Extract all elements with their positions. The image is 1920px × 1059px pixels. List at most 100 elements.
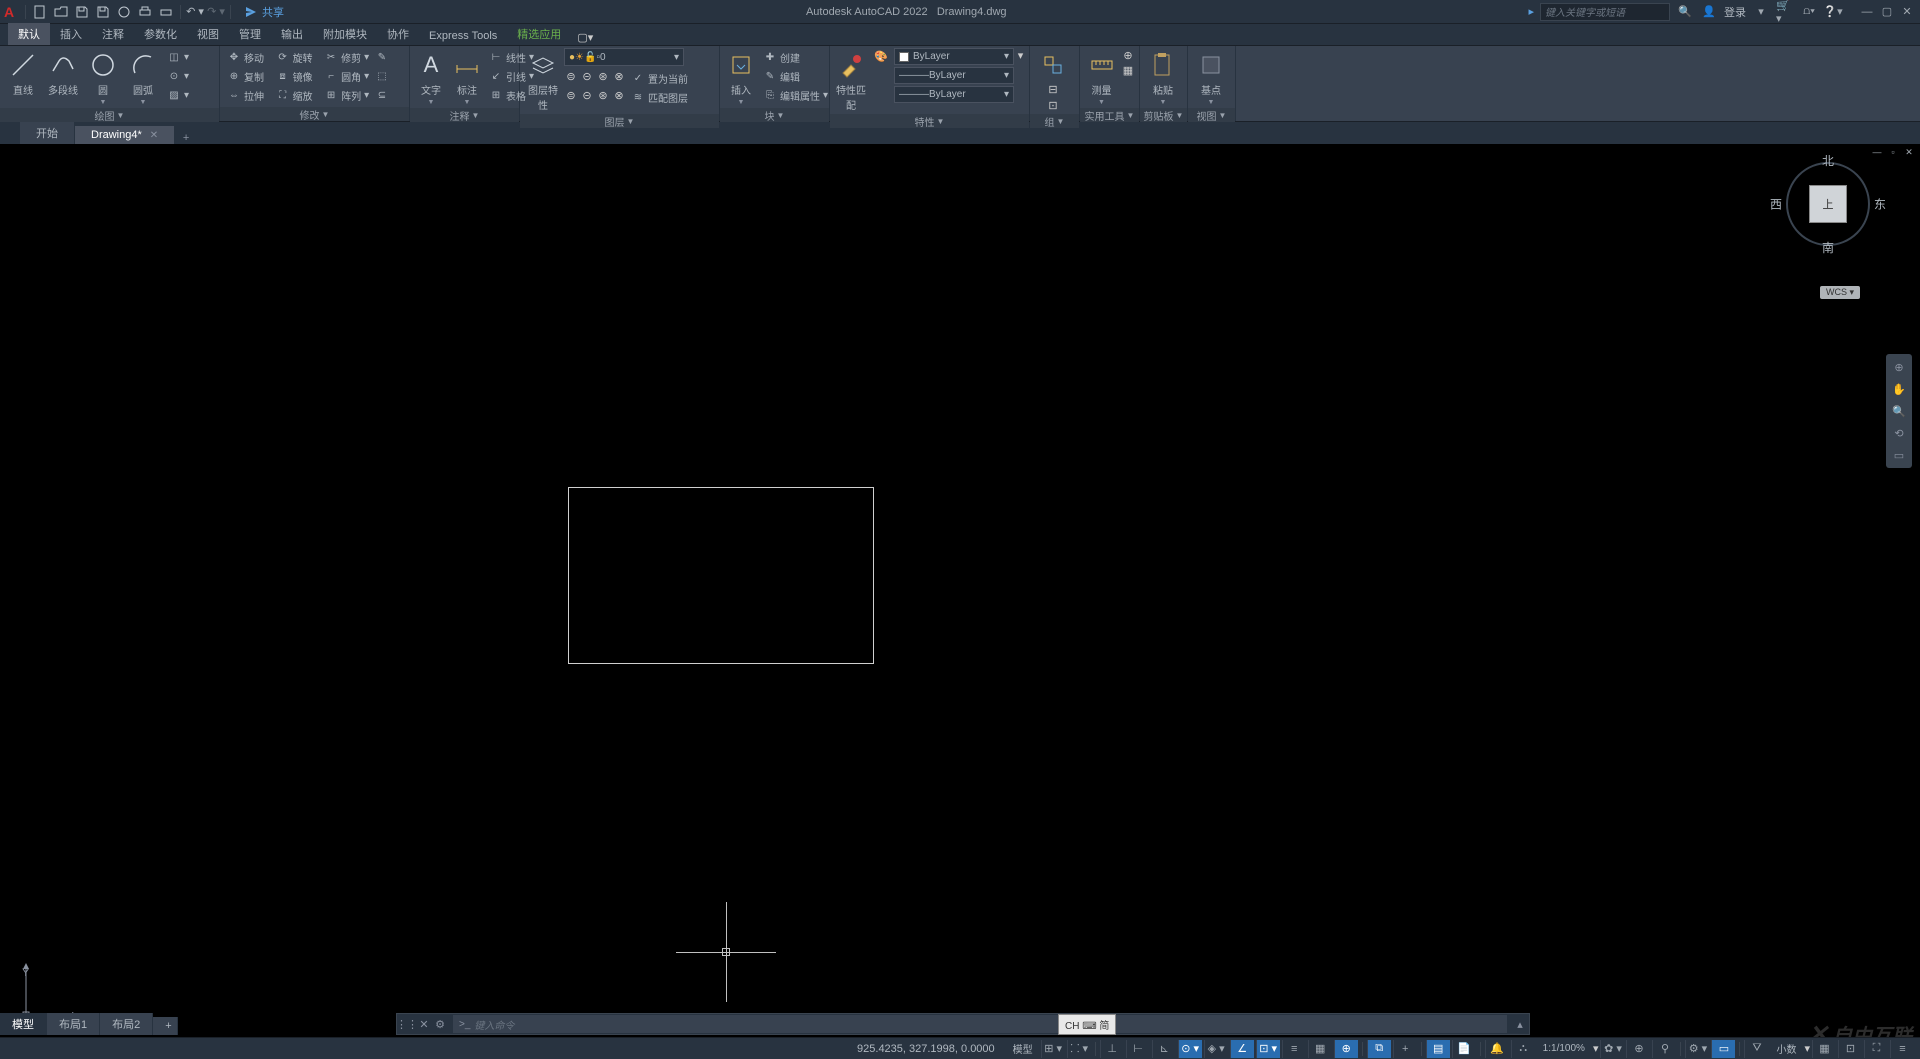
array-tool[interactable]: 阵列 <box>341 88 361 103</box>
sb-annoscale-icon[interactable]: ⊕ <box>1626 1040 1650 1058</box>
panel-util-label[interactable]: 实用工具▼ <box>1080 108 1139 122</box>
prop-color-icon[interactable]: 🎨 <box>874 48 888 64</box>
sb-clean-icon[interactable]: ⛶ <box>1864 1040 1888 1058</box>
trim-icon[interactable]: ✂ <box>324 50 338 64</box>
layer-combo[interactable]: ● ☀ 🔓 ▫ 0▾ <box>564 48 684 66</box>
layer-icon8[interactable]: ⊗ <box>612 88 626 102</box>
viewcube-top[interactable]: 上 <box>1809 185 1847 223</box>
tab-view[interactable]: 视图 <box>187 23 229 45</box>
copy-icon[interactable]: ⊕ <box>227 69 241 83</box>
sb-infer-icon[interactable]: ⊥ <box>1100 1040 1124 1058</box>
move-tool[interactable]: 移动 <box>244 50 264 65</box>
mirror-icon[interactable]: ⧈ <box>276 69 290 83</box>
util-icon1[interactable]: ⊕ <box>1121 48 1135 62</box>
linetype-combo[interactable]: ——— ByLayer▾ <box>894 86 1014 103</box>
lineweight-combo[interactable]: ——— ByLayer▾ <box>894 67 1014 84</box>
sb-osnap-icon[interactable]: ⊡ ▾ <box>1256 1040 1280 1058</box>
arc-tool[interactable]: 圆弧▼ <box>124 48 162 108</box>
panel-view-label[interactable]: 视图▼ <box>1188 108 1235 122</box>
user-icon[interactable]: 👤 <box>1700 3 1718 21</box>
layer-props-tool[interactable]: 图层特性 <box>524 48 562 114</box>
doc-max-icon[interactable]: ▫ <box>1886 146 1900 158</box>
panel-layer-label[interactable]: 图层▼ <box>520 114 719 128</box>
sb-otrack-icon[interactable]: ∠ <box>1230 1040 1254 1058</box>
cmd-recent-icon[interactable]: ▴ <box>1511 1018 1529 1031</box>
paste-tool[interactable]: 粘贴▼ <box>1144 48 1182 108</box>
sb-3dosnap-icon[interactable]: ⧉ <box>1367 1040 1391 1058</box>
stretch-tool[interactable]: 拉伸 <box>244 88 264 103</box>
copy-tool[interactable]: 复制 <box>244 69 264 84</box>
tab-default[interactable]: 默认 <box>8 23 50 45</box>
scale-icon[interactable]: ⛶ <box>276 88 290 102</box>
tab-annotate[interactable]: 注释 <box>92 23 134 45</box>
group-tool[interactable]: ⊟ ⊡ <box>1034 48 1072 114</box>
fillet-icon[interactable]: ⌐ <box>324 69 338 83</box>
tab-manage[interactable]: 管理 <box>229 23 271 45</box>
group-edit-icon[interactable]: ⊡ <box>1046 98 1060 112</box>
rotate-icon[interactable]: ⟳ <box>276 50 290 64</box>
nav-pan-icon[interactable]: ✋ <box>1888 378 1910 400</box>
sb-qprops-icon[interactable]: ▤ <box>1426 1040 1450 1058</box>
scale-tool[interactable]: 缩放 <box>293 88 313 103</box>
panel-props-label[interactable]: 特性▼ <box>830 114 1029 128</box>
tab-insert[interactable]: 插入 <box>50 23 92 45</box>
text-tool[interactable]: A 文字▼ <box>414 48 448 108</box>
trim-tool[interactable]: 修剪 <box>341 50 361 65</box>
tab-featured[interactable]: 精选应用 <box>507 23 571 45</box>
draw-misc2[interactable]: ⊙▾ <box>164 67 192 85</box>
prop-expand-icon[interactable]: ▾ <box>1016 48 1025 62</box>
help-icon[interactable]: ❔▾ <box>1824 3 1842 21</box>
infocenter-arrow-icon[interactable]: ▸ <box>1528 5 1534 18</box>
layer-match[interactable]: ≋匹配图层 <box>628 88 691 106</box>
qat-saveas-icon[interactable] <box>94 3 112 21</box>
app-icon[interactable]: ⩍▾ <box>1800 3 1818 21</box>
drawing-canvas[interactable]: — ▫ ✕ Y X 上 北 南 东 西 WCS ▾ <box>0 144 1920 1059</box>
viewcube[interactable]: 上 北 南 东 西 <box>1778 154 1878 254</box>
nav-fullnav-icon[interactable]: ⊕ <box>1888 356 1910 378</box>
polyline-tool[interactable]: 多段线 <box>44 48 82 99</box>
viewcube-east[interactable]: 东 <box>1874 196 1886 213</box>
status-scale[interactable]: 1:1/100% <box>1537 1043 1591 1054</box>
layer-icon1[interactable]: ⊜ <box>564 69 578 83</box>
nav-showmotion-icon[interactable]: ▭ <box>1888 444 1910 466</box>
qat-print-icon[interactable] <box>157 3 175 21</box>
circle-tool[interactable]: 圆▼ <box>84 48 122 108</box>
layer-icon2[interactable]: ⊝ <box>580 69 594 83</box>
tab-parametric[interactable]: 参数化 <box>134 23 187 45</box>
util-icon2[interactable]: ▦ <box>1121 63 1135 77</box>
search-input[interactable]: 键入关键字或短语 <box>1540 3 1670 21</box>
qat-openweb-icon[interactable] <box>115 3 133 21</box>
viewcube-west[interactable]: 西 <box>1770 196 1782 213</box>
erase-icon[interactable]: ✎ <box>375 50 389 64</box>
mirror-tool[interactable]: 镜像 <box>293 69 313 84</box>
viewcube-north[interactable]: 北 <box>1822 152 1834 169</box>
ungroup-icon[interactable]: ⊟ <box>1046 82 1060 96</box>
sb-graphics-icon[interactable]: ⊡ <box>1838 1040 1862 1058</box>
layer-icon6[interactable]: ⊝ <box>580 88 594 102</box>
viewcube-south[interactable]: 南 <box>1822 239 1834 256</box>
offset-icon[interactable]: ⊆ <box>375 88 389 102</box>
rotate-tool[interactable]: 旋转 <box>293 50 313 65</box>
nav-zoom-icon[interactable]: 🔍 <box>1888 400 1910 422</box>
sb-gear-icon[interactable]: ✿ ▾ <box>1600 1040 1624 1058</box>
tab-collaborate[interactable]: 协作 <box>377 23 419 45</box>
sb-ortho-icon[interactable]: ⊾ <box>1152 1040 1176 1058</box>
sb-units-icon[interactable]: ⛬ <box>1511 1040 1535 1058</box>
qat-undo-icon[interactable]: ↶ ▾ <box>186 3 204 21</box>
draw-misc3[interactable]: ▨▾ <box>164 86 192 104</box>
fillet-tool[interactable]: 圆角 <box>341 69 361 84</box>
layer-icon4[interactable]: ⊗ <box>612 69 626 83</box>
block-edit[interactable]: ✎编辑 <box>760 67 831 85</box>
array-icon[interactable]: ⊞ <box>324 88 338 102</box>
layout-2[interactable]: 布局2 <box>100 1013 153 1035</box>
panel-annot-label[interactable]: 注释▼ <box>410 108 519 122</box>
cmd-custom-icon[interactable]: ⚙ <box>431 1018 449 1031</box>
sb-cycle-icon[interactable]: ⊕ <box>1334 1040 1358 1058</box>
sb-qv-icon[interactable]: ▦ <box>1812 1040 1836 1058</box>
measure-tool[interactable]: 测量▼ <box>1084 48 1119 108</box>
sb-annomonitor-icon[interactable]: 🔔 <box>1485 1040 1509 1058</box>
sb-ws-icon[interactable]: ⚙ ▾ <box>1685 1040 1709 1058</box>
cmd-handle-icon[interactable]: ⋮⋮ <box>397 1018 417 1031</box>
base-tool[interactable]: 基点▼ <box>1192 48 1230 108</box>
minimize-button[interactable]: — <box>1858 4 1876 20</box>
